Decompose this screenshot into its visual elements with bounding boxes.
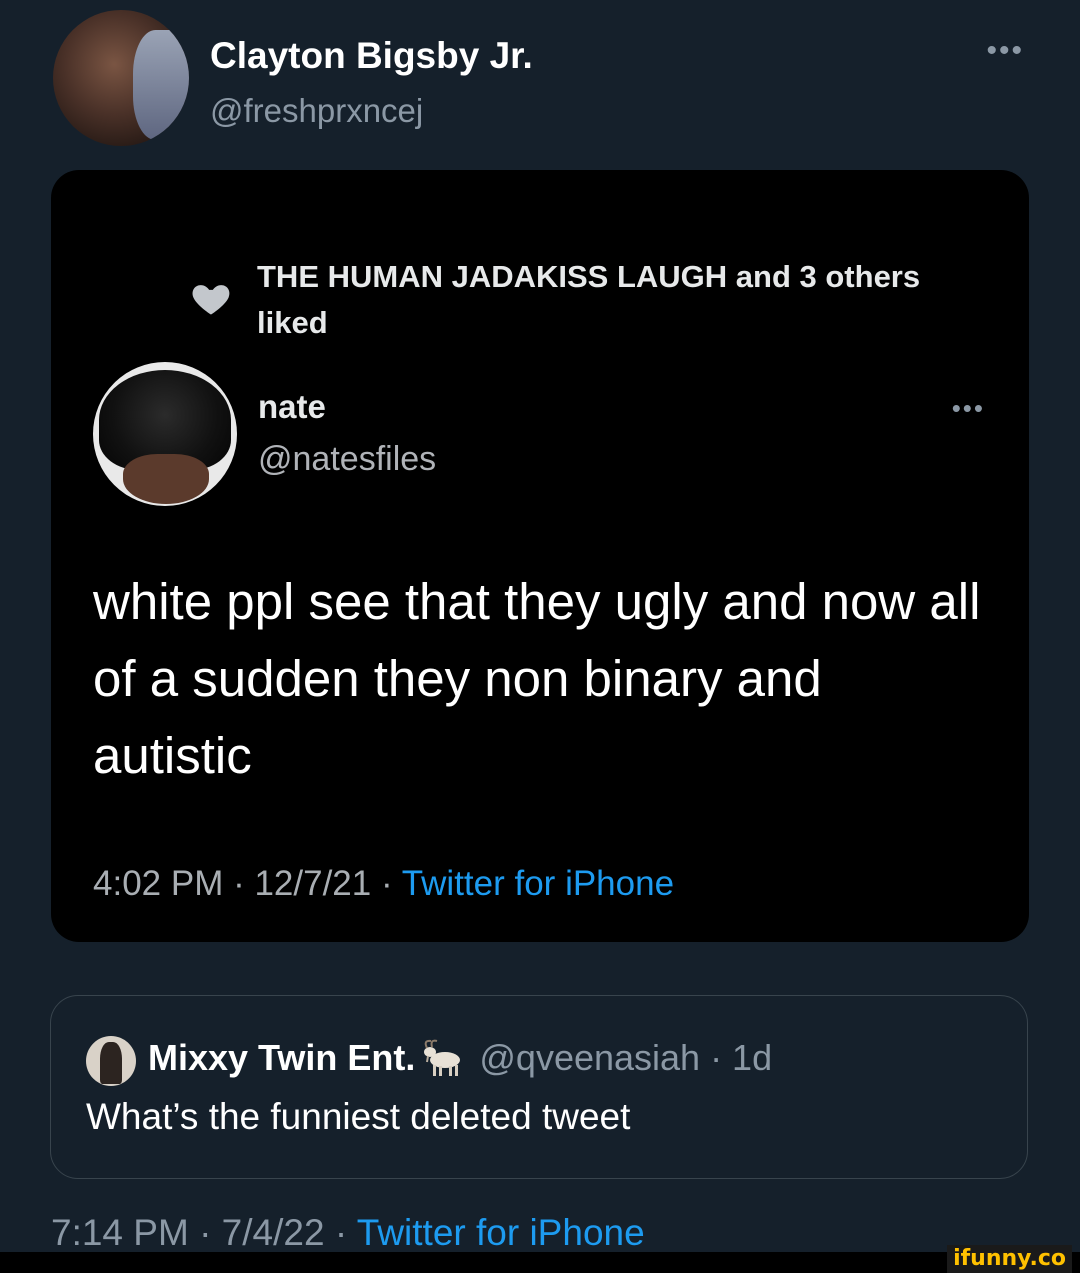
author-avatar[interactable] (53, 10, 189, 146)
inner-author-avatar (93, 362, 237, 506)
ifunny-watermark: ifunny.co (947, 1245, 1072, 1273)
inner-more-options-icon: ••• (951, 393, 985, 423)
inner-tweet-meta: 4:02 PM · 12/7/21 · Twitter for iPhone (93, 864, 674, 904)
quote-author-avatar[interactable] (86, 1036, 136, 1086)
quoted-tweet[interactable]: Mixxy Twin Ent. @qveenasiah · 1d What’s … (50, 995, 1028, 1179)
liked-by-text: THE HUMAN JADAKISS LAUGH and 3 others li… (257, 259, 921, 340)
quote-header: Mixxy Twin Ent. @qveenasiah · 1d (148, 1034, 772, 1082)
tweet-source[interactable]: Twitter for iPhone (357, 1212, 645, 1253)
author-handle[interactable]: @freshprxncej (210, 92, 423, 130)
inner-tweet-source: Twitter for iPhone (401, 864, 675, 903)
inner-tweet-time: 4:02 PM · 12/7/21 · (93, 864, 402, 903)
inner-tweet-text: white ppl see that they ugly and now all… (93, 573, 981, 784)
tweet-time[interactable]: 7:14 PM · 7/4/22 · (51, 1212, 357, 1253)
bottom-bar (0, 1252, 1080, 1273)
avatar-face (123, 454, 209, 504)
tweet-footer-meta: 7:14 PM · 7/4/22 · Twitter for iPhone (51, 1212, 645, 1254)
avatar-figure (100, 1042, 122, 1084)
inner-author-handle: @natesfiles (258, 440, 437, 478)
goat-emoji-icon (424, 1039, 461, 1076)
author-display-name[interactable]: Clayton Bigsby Jr. (210, 35, 533, 77)
embedded-screenshot: THE HUMAN JADAKISS LAUGH and 3 others li… (51, 170, 1029, 942)
quote-handle-time[interactable]: @qveenasiah · 1d (479, 1037, 772, 1078)
tweet-header: Clayton Bigsby Jr. @freshprxncej ••• (53, 10, 1028, 150)
inner-author-name: nate (258, 388, 326, 425)
heart-icon (192, 285, 230, 315)
avatar-photo-detail (133, 30, 189, 140)
more-options-icon[interactable]: ••• (986, 36, 1024, 66)
quote-author-name[interactable]: Mixxy Twin Ent. (148, 1037, 415, 1078)
quote-text: What’s the funniest deleted tweet (86, 1096, 631, 1137)
